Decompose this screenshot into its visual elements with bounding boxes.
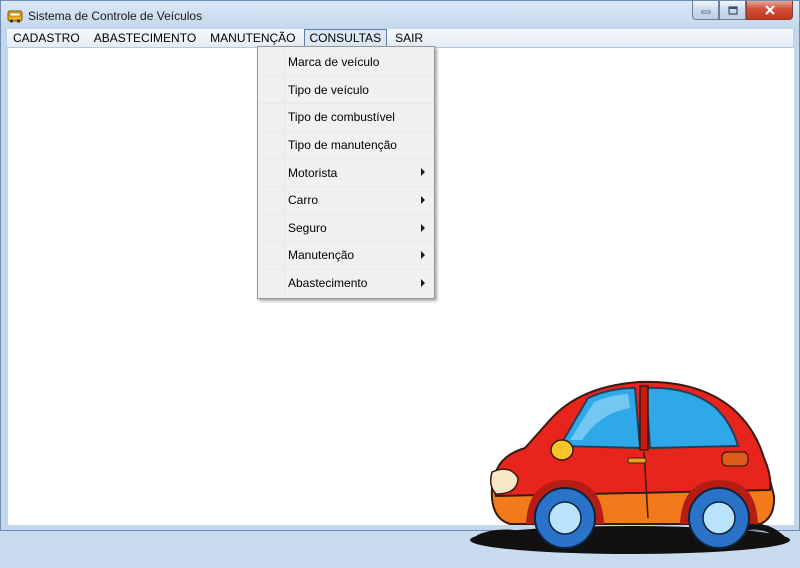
menu-item-label: Tipo de veículo — [288, 82, 369, 97]
maximize-button[interactable] — [719, 1, 746, 20]
main-window: Sistema de Controle de Veículos CADASTRO… — [0, 0, 800, 554]
menu-cadastro[interactable]: CADASTRO — [7, 29, 86, 47]
menu-consultas[interactable]: CONSULTAS — [303, 29, 388, 47]
menu-item-label: Motorista — [288, 165, 338, 180]
menu-item-seguro[interactable]: Seguro — [258, 213, 434, 242]
menu-item-label: Tipo de combustível — [288, 110, 395, 125]
menu-item-label: Abastecimento — [288, 276, 368, 291]
title-bar[interactable]: Sistema de Controle de Veículos — [1, 1, 799, 31]
menu-item-tipo-combustivel[interactable]: Tipo de combustível — [258, 103, 434, 131]
menu-sair[interactable]: SAIR — [389, 29, 429, 47]
submenu-arrow-icon — [421, 168, 425, 177]
menu-item-carro[interactable]: Carro — [258, 185, 434, 214]
menu-item-label: Carro — [288, 193, 319, 208]
close-icon — [764, 5, 775, 15]
menu-item-manutencao[interactable]: Manutenção — [258, 241, 434, 269]
submenu-arrow-icon — [421, 223, 425, 232]
submenu-arrow-icon — [421, 195, 425, 204]
menu-item-label: Tipo de manutenção — [288, 138, 397, 153]
minimize-button[interactable] — [692, 1, 719, 20]
car-illustration — [470, 380, 790, 554]
menu-item-label: Marca de veículo — [288, 55, 380, 70]
close-button[interactable] — [746, 1, 793, 20]
menu-abastecimento[interactable]: ABASTECIMENTO — [88, 29, 202, 47]
bus-icon — [7, 10, 23, 23]
maximize-icon — [727, 5, 738, 15]
window-title: Sistema de Controle de Veículos — [28, 9, 203, 23]
menu-item-marca-veiculo[interactable]: Marca de veículo — [258, 49, 434, 76]
menu-item-motorista[interactable]: Motorista — [258, 158, 434, 186]
window-controls — [692, 1, 793, 21]
menu-item-abastecimento[interactable]: Abastecimento — [258, 268, 434, 297]
menu-item-tipo-veiculo[interactable]: Tipo de veículo — [258, 75, 434, 104]
submenu-arrow-icon — [421, 251, 425, 260]
submenu-arrow-icon — [421, 278, 425, 287]
minimize-icon — [701, 10, 710, 14]
menu-item-tipo-manutencao[interactable]: Tipo de manutenção — [258, 130, 434, 159]
menu-item-label: Seguro — [288, 220, 327, 235]
menu-manutencao[interactable]: MANUTENÇÃO — [204, 29, 301, 47]
menu-item-label: Manutenção — [288, 248, 355, 263]
consultas-dropdown: Marca de veículo Tipo de veículo Tipo de… — [257, 46, 435, 300]
